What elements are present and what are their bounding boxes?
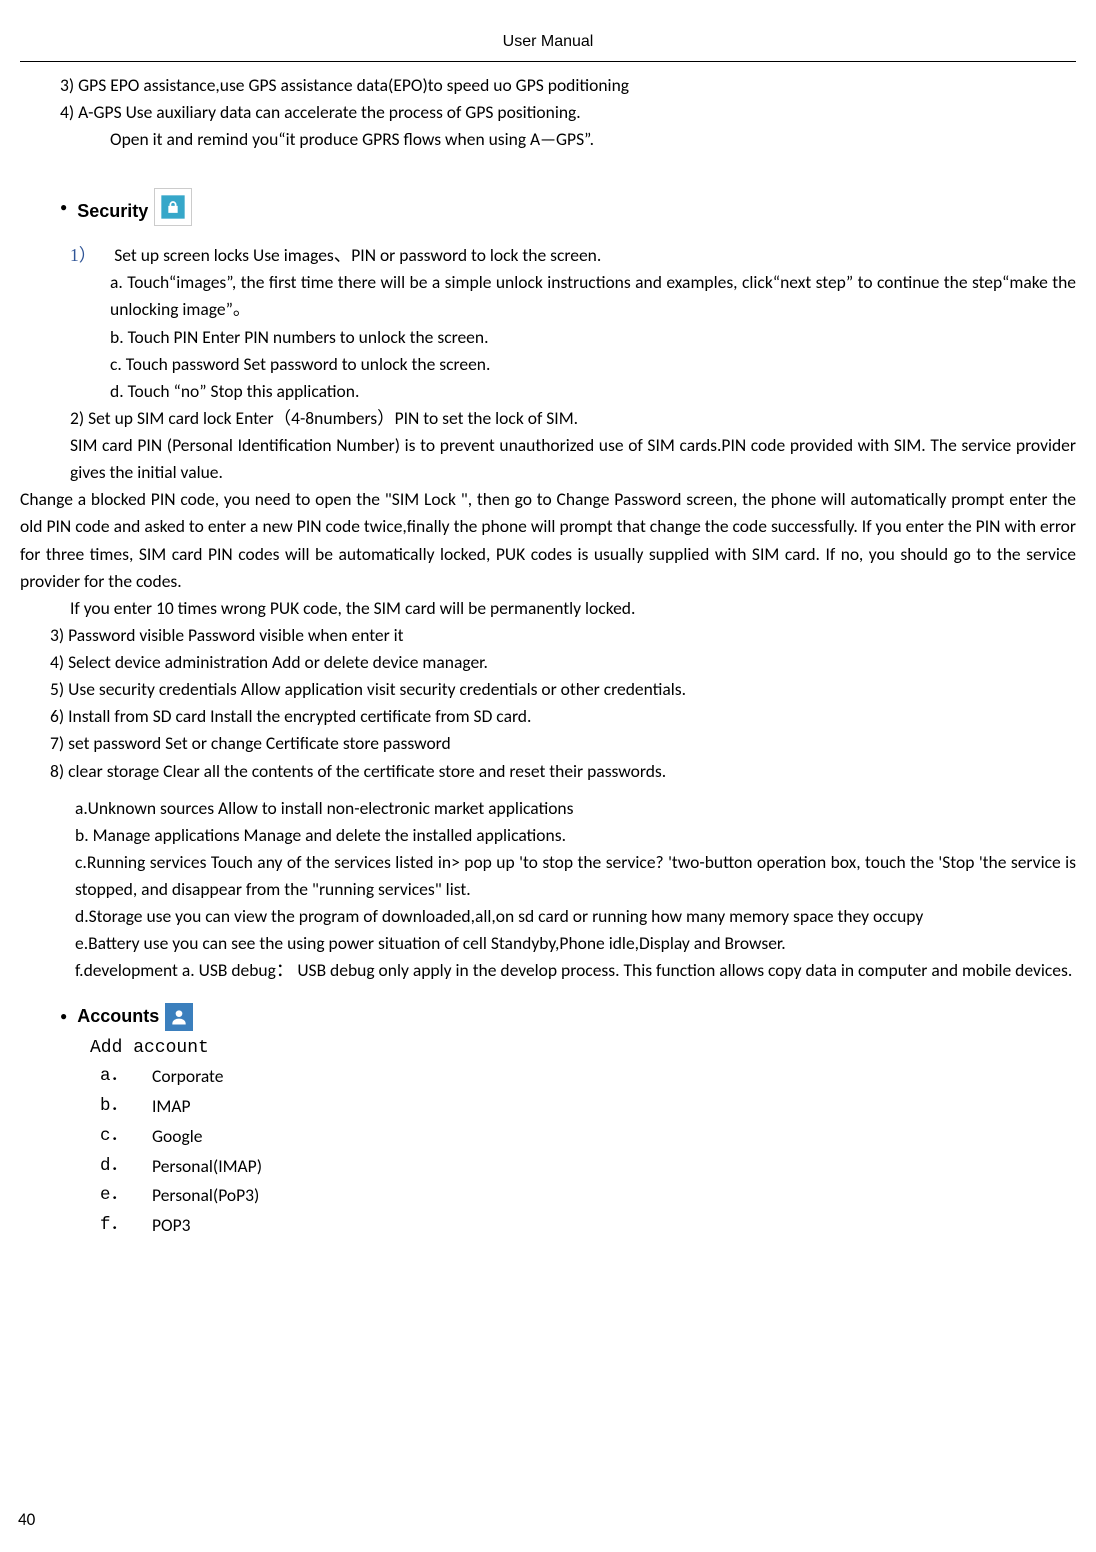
sub-a: a.Unknown sources Allow to install non-e… (20, 795, 1076, 822)
account-text: Personal(IMAP) (152, 1152, 262, 1182)
account-text: Google (152, 1122, 202, 1152)
gps-line-3: 3) GPS EPO assistance,use GPS assistance… (20, 72, 1076, 99)
account-letter: b． (100, 1092, 128, 1122)
change-paragraph: Change a blocked PIN code, you need to o… (20, 486, 1076, 595)
security-item-6: 6) Install from SD card Install the encr… (20, 703, 1076, 730)
gps-line-4b: Open it and remind you“it produce GPRS f… (20, 126, 1076, 153)
account-item-b: b． IMAP (100, 1092, 1076, 1122)
security-label: Security (77, 198, 148, 226)
item-text-1: Set up screen locks Use images、PIN or pa… (114, 242, 601, 269)
lock-icon (154, 188, 192, 226)
security-item-1a: a. Touch“images”, the first time there w… (20, 269, 1076, 323)
gps-line-4: 4) A-GPS Use auxiliary data can accelera… (20, 99, 1076, 126)
bullet-icon: ● (60, 198, 67, 217)
security-item-7: 7) set password Set or change Certificat… (20, 730, 1076, 757)
account-letter: d． (100, 1152, 128, 1182)
page-header: User Manual (20, 30, 1076, 62)
sub-c: c.Running services Touch any of the serv… (20, 849, 1076, 903)
puk-line: If you enter 10 times wrong PUK code, th… (20, 595, 1076, 622)
sub-e: e.Battery use you can see the using powe… (20, 930, 1076, 957)
item-number-1: 1） (70, 242, 96, 269)
account-letter: a． (100, 1062, 128, 1092)
accounts-heading: ● Accounts (20, 1003, 1076, 1031)
security-item-3: 3) Password visible Password visible whe… (20, 622, 1076, 649)
security-item-1c: c. Touch password Set password to unlock… (20, 351, 1076, 378)
security-item-2: 2) Set up SIM card lock Enter（4-8numbers… (20, 405, 1076, 432)
sub-d: d.Storage use you can view the program o… (20, 903, 1076, 930)
security-item-4: 4) Select device administration Add or d… (20, 649, 1076, 676)
security-item-8: 8) clear storage Clear all the contents … (20, 758, 1076, 785)
page-number: 40 (18, 1509, 35, 1530)
account-letter: f． (100, 1211, 128, 1241)
person-icon (165, 1003, 193, 1031)
account-text: Personal(PoP3) (152, 1181, 259, 1211)
account-text: Corporate (152, 1062, 223, 1092)
account-item-f: f． POP3 (100, 1211, 1076, 1241)
account-item-c: c． Google (100, 1122, 1076, 1152)
sub-b: b. Manage applications Manage and delete… (20, 822, 1076, 849)
security-item-1: 1） Set up screen locks Use images、PIN or… (70, 242, 1076, 269)
security-item-1d: d. Touch “no” Stop this application. (20, 378, 1076, 405)
account-text: IMAP (152, 1092, 191, 1122)
account-letter: e． (100, 1181, 128, 1211)
add-account-label: Add account (20, 1035, 1076, 1063)
accounts-list: a． Corporate b． IMAP c． Google d． Personal(I… (20, 1062, 1076, 1241)
security-heading: ● Security (20, 188, 1076, 226)
account-text: POP3 (152, 1211, 191, 1241)
account-item-a: a． Corporate (100, 1062, 1076, 1092)
account-item-d: d． Personal(IMAP) (100, 1152, 1076, 1182)
security-item-5: 5) Use security credentials Allow applic… (20, 676, 1076, 703)
sim-paragraph: SIM card PIN (Personal Identification Nu… (20, 432, 1076, 486)
bullet-icon: ● (60, 1007, 67, 1026)
account-letter: c． (100, 1122, 128, 1152)
security-item-1b: b. Touch PIN Enter PIN numbers to unlock… (20, 324, 1076, 351)
accounts-label: Accounts (77, 1003, 159, 1031)
account-item-e: e． Personal(PoP3) (100, 1181, 1076, 1211)
sub-f: f.development a. USB debug： USB debug on… (20, 957, 1076, 984)
